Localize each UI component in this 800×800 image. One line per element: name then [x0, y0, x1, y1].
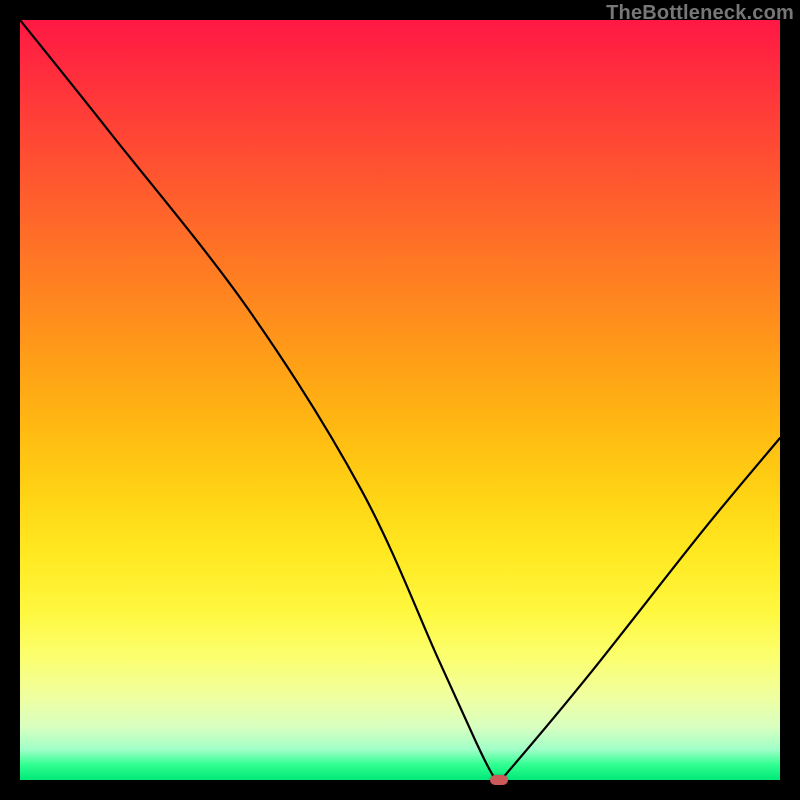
chart-container: TheBottleneck.com [0, 0, 800, 800]
bottleneck-curve [20, 20, 780, 780]
watermark-text: TheBottleneck.com [606, 2, 794, 25]
optimal-point-marker [490, 775, 508, 785]
